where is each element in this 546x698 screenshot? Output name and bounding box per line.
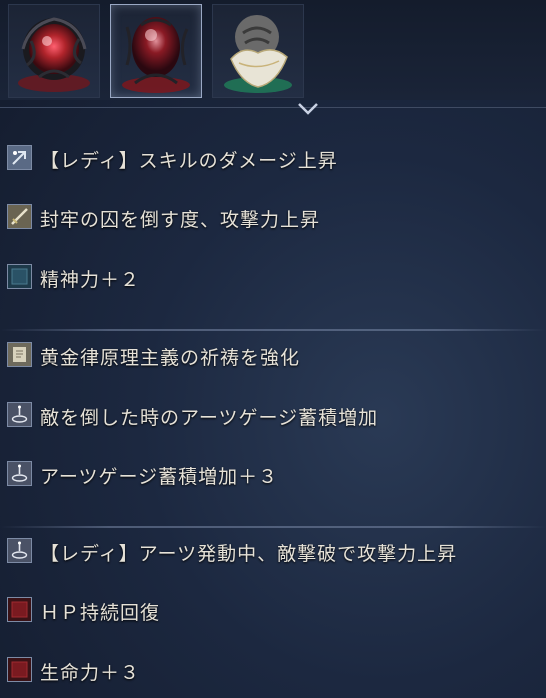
effect-text: 封牢の囚を倒す度、攻撃力上昇 (40, 209, 321, 231)
top-divider (0, 107, 546, 108)
effect-text: 【レディ】スキルのダメージ上昇 (40, 150, 338, 172)
crimson-relic-icon (18, 17, 90, 92)
chevron-down-icon[interactable] (296, 101, 320, 117)
incantation-icon (7, 342, 32, 367)
effect-row: アーツゲージ蓄積増加＋３ (0, 456, 546, 492)
effect-row: 封牢の囚を倒す度、攻撃力上昇 (0, 199, 546, 235)
arts-icon (7, 402, 32, 427)
effect-text: 【レディ】アーツ発動中、敵撃破で攻撃力上昇 (40, 543, 458, 565)
effect-text: 黄金律原理主義の祈祷を強化 (40, 347, 301, 369)
effect-text: 精神力＋２ (40, 269, 141, 291)
relic-slot-2[interactable] (110, 4, 202, 98)
vigor-icon (7, 657, 32, 682)
crimson-relic-icon (122, 17, 190, 93)
relic-slot-3[interactable] (212, 4, 304, 98)
effect-text: 敵を倒した時のアーツゲージ蓄積増加 (40, 407, 379, 429)
effect-row: ＨＰ持続回復 (0, 592, 546, 628)
effect-text: ＨＰ持続回復 (40, 602, 161, 624)
relic-slot-1[interactable] (8, 4, 100, 98)
arts-icon (7, 538, 32, 563)
white-relic-icon (224, 15, 292, 93)
effect-row: 【レディ】アーツ発動中、敵撃破で攻撃力上昇 (0, 533, 546, 569)
hp-icon (7, 597, 32, 622)
sword-icon (7, 204, 32, 229)
effect-text: アーツゲージ蓄積増加＋３ (40, 466, 279, 488)
effect-text: 生命力＋３ (40, 662, 141, 684)
arts-icon (7, 461, 32, 486)
mind-icon (7, 264, 32, 289)
skill-icon (7, 145, 32, 170)
effect-row: 精神力＋２ (0, 259, 546, 295)
group-divider (0, 329, 546, 331)
group-divider (0, 526, 546, 528)
effect-row: 敵を倒した時のアーツゲージ蓄積増加 (0, 397, 546, 433)
effect-row: 黄金律原理主義の祈祷を強化 (0, 337, 546, 373)
effect-row: 生命力＋３ (0, 652, 546, 688)
effect-row: 【レディ】スキルのダメージ上昇 (0, 140, 546, 176)
